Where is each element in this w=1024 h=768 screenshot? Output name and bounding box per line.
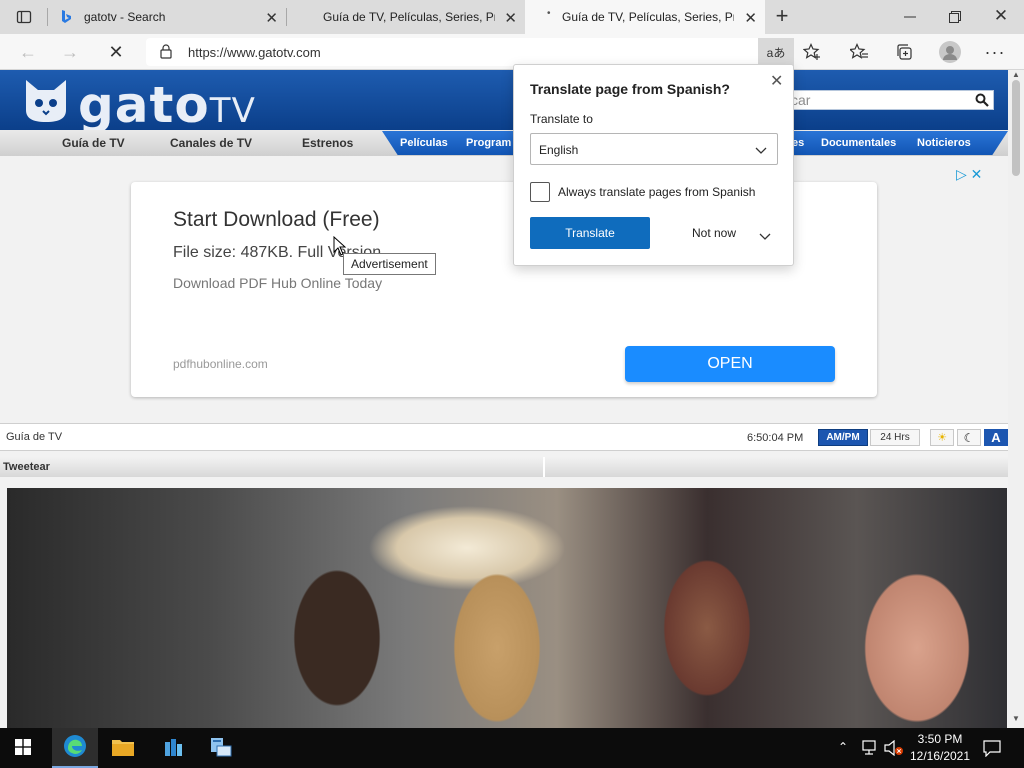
language-select[interactable]: English [530,133,778,165]
url-text: https://www.gatotv.com [188,45,321,60]
tab-guia-de-tv[interactable]: Guía de TV, Películas, Series, Prog ✕ [287,0,525,34]
scroll-up-icon[interactable]: ▲ [1012,70,1020,79]
volume-muted-icon[interactable] [884,739,904,759]
featured-image[interactable] [7,488,1007,728]
translate-popup: Translate page from Spanish? ✕ Translate… [513,64,794,266]
ad-open-button[interactable]: OPEN [625,346,835,382]
nav-noticieros[interactable]: Noticieros [917,137,971,149]
nav-estrenos[interactable]: Estrenos [302,136,353,150]
add-favorite-icon[interactable] [800,40,824,64]
browser-toolbar: ← → ✕ https://www.gatotv.com aあ ··· [0,34,1024,70]
chevron-down-icon[interactable] [759,230,771,244]
edge-icon [63,734,87,761]
restore-icon[interactable] [943,5,967,29]
scrollbar-thumb[interactable] [1012,80,1020,176]
site-logo[interactable]: gatoTV [78,76,256,134]
ad-domain[interactable]: pdfhubonline.com [173,357,268,371]
start-button[interactable] [0,728,46,768]
forward-icon[interactable]: → [58,40,82,64]
taskbar-file-explorer[interactable] [100,728,146,768]
bing-icon [60,9,72,28]
always-translate-label[interactable]: Always translate pages from Spanish [558,185,755,199]
logo-main: gato [78,76,210,134]
stop-loading-icon[interactable]: ✕ [104,40,128,64]
cat-logo-icon[interactable] [22,76,70,127]
guide-clock: 6:50:04 PM [747,432,804,444]
collections-icon[interactable] [892,40,916,64]
site-search-input[interactable]: car [770,90,994,110]
translate-to-label: Translate to [530,112,593,126]
chevron-down-icon [755,144,767,158]
chevron-up-icon[interactable]: ⌃ [838,740,848,754]
taskbar-app[interactable] [198,728,244,768]
guide-label: Guía de TV [6,431,63,443]
tab-title: gatotv - Search [84,10,166,24]
close-tab-icon[interactable]: ✕ [744,9,757,27]
back-icon[interactable]: ← [16,40,40,64]
nav-documentales[interactable]: Documentales [821,137,896,149]
taskbar-edge[interactable] [52,728,98,768]
taskbar-clock-time[interactable]: 3:50 PM [912,732,968,746]
translate-icon[interactable]: aあ [758,38,794,66]
guide-bar: Guía de TV 6:50:04 PM AM/PM 24 Hrs ☀ ☾ A [0,423,1008,451]
font-size-button[interactable]: A [984,429,1008,446]
close-window-icon[interactable]: ✕ [989,4,1013,28]
ad-subtitle: Download PDF Hub Online Today [173,275,383,291]
light-theme-icon[interactable]: ☀ [930,429,954,446]
translate-title: Translate page from Spanish? [530,81,730,97]
search-icon[interactable] [975,93,989,110]
network-icon[interactable] [862,740,880,759]
adchoices-icon[interactable]: ▷ ✕ [956,166,982,183]
lock-icon [160,44,172,62]
settings-more-icon[interactable]: ··· [983,40,1007,64]
language-select-value: English [539,143,579,157]
ad-title[interactable]: Start Download (Free) [173,208,380,232]
tab-guia-de-tv-active[interactable]: • Guía de TV, Películas, Series, Prog ✕ [525,0,765,34]
web-page: gatoTV car Guía de TV Canales de TV Estr… [0,70,1008,728]
tooltip: Advertisement [343,253,436,275]
folder-icon [111,737,135,760]
app-window-icon [209,736,233,761]
dark-theme-icon[interactable]: ☾ [957,429,981,446]
notifications-icon[interactable] [983,739,1001,760]
tab-title: Guía de TV, Películas, Series, Prog [562,10,734,24]
profile-avatar-icon[interactable] [938,40,962,64]
ampm-toggle[interactable]: AM/PM [818,429,868,446]
logo-tv: TV [209,91,256,131]
tab-gatotv-search[interactable]: gatotv - Search ✕ [48,0,286,34]
loading-dot-icon: • [547,8,551,19]
nav-programas[interactable]: Program [466,137,511,149]
tab-strip: gatotv - Search ✕ Guía de TV, Películas,… [0,0,1024,34]
nav-guia-de-tv[interactable]: Guía de TV [62,136,125,150]
always-translate-checkbox[interactable] [530,182,550,202]
not-now-button[interactable]: Not now [692,226,736,240]
tab-title: Guía de TV, Películas, Series, Prog [323,10,495,24]
tab-actions-icon[interactable] [12,5,36,29]
scroll-down-icon[interactable]: ▼ [1012,714,1020,723]
favorites-icon[interactable] [847,40,871,64]
close-icon[interactable]: ✕ [770,71,783,91]
windows-logo-icon [15,738,31,758]
close-tab-icon[interactable]: ✕ [504,9,517,27]
server-icon [162,736,184,761]
taskbar: ⌃ 3:50 PM 12/16/2021 [0,728,1024,768]
tweet-divider [543,457,545,477]
close-tab-icon[interactable]: ✕ [265,9,278,27]
tweet-label[interactable]: Tweetear [3,461,50,473]
nav-canales-de-tv[interactable]: Canales de TV [170,136,252,150]
24hrs-toggle[interactable]: 24 Hrs [870,429,920,446]
new-tab-icon[interactable]: + [770,3,794,28]
translate-button[interactable]: Translate [530,217,650,249]
tweet-bar: Tweetear [0,457,1008,477]
nav-peliculas[interactable]: Películas [400,137,448,149]
taskbar-server-manager[interactable] [150,728,196,768]
site-header: gatoTV car [0,70,1008,134]
minimize-icon[interactable] [898,5,922,29]
taskbar-clock-date[interactable]: 12/16/2021 [906,749,974,763]
address-bar[interactable]: https://www.gatotv.com aあ [146,38,794,66]
vertical-scrollbar[interactable]: ▲ ▼ [1008,70,1024,728]
